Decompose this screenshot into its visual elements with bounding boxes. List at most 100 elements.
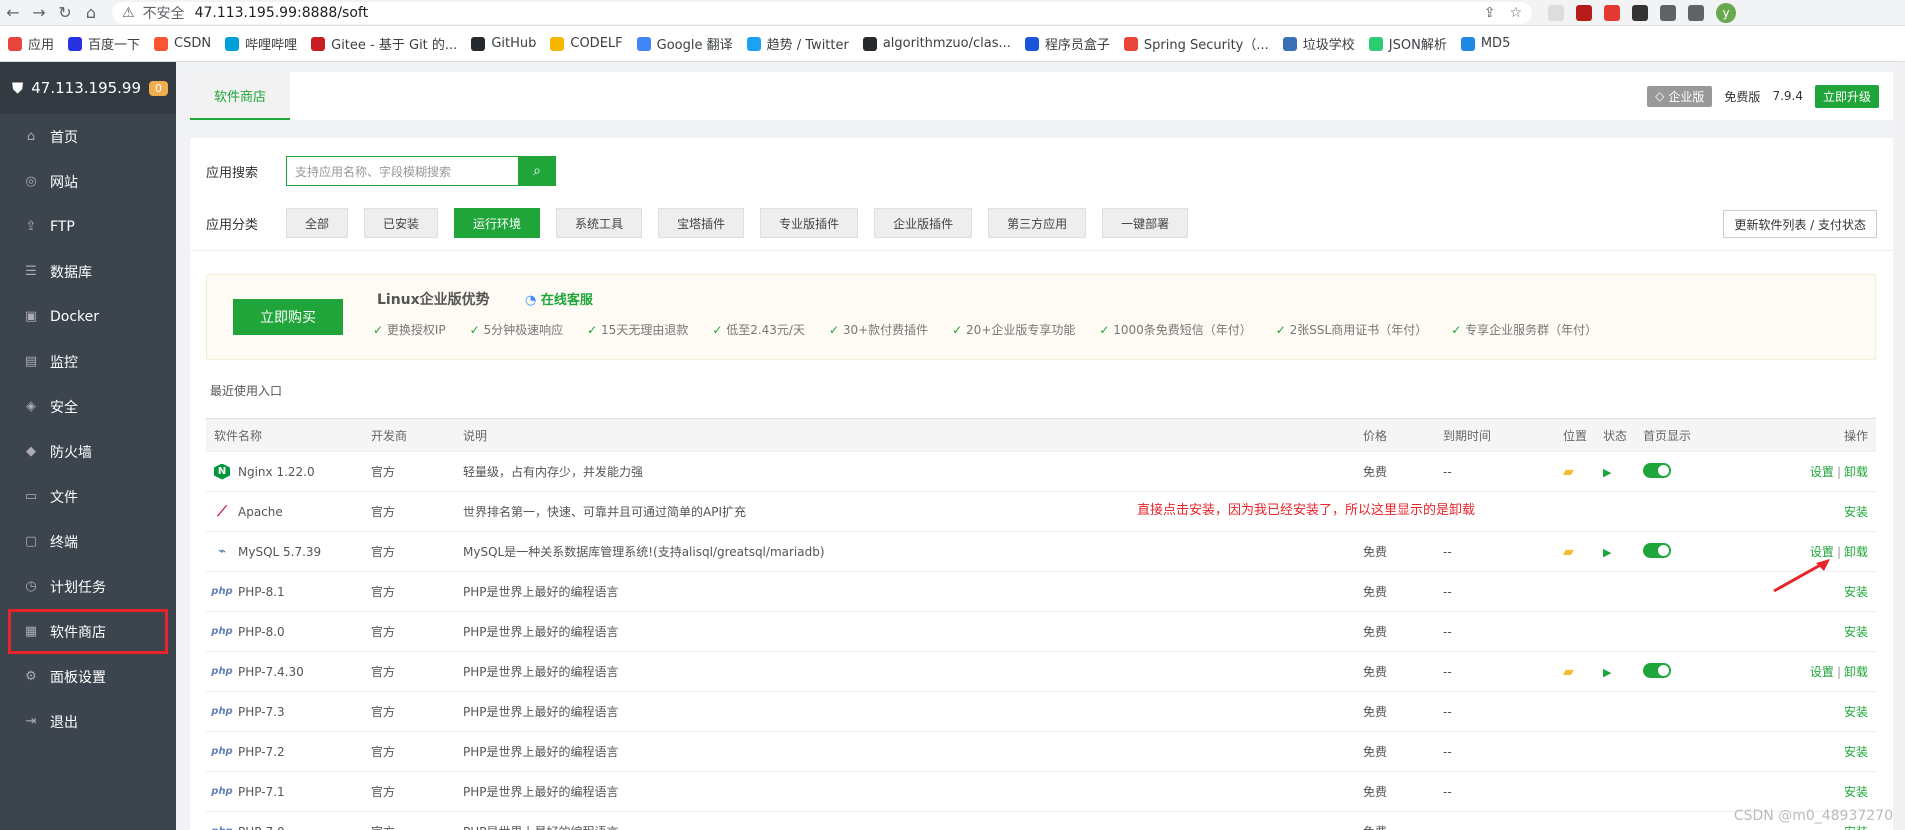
cell-desc: PHP是世界上最好的编程语言: [463, 585, 619, 599]
category-tab[interactable]: 系统工具: [556, 208, 643, 238]
bookmark-item[interactable]: 应用: [8, 34, 54, 53]
sidebar-item[interactable]: ⚙ 面板设置: [0, 654, 176, 699]
server-header: ⛊ 47.113.195.99 0: [0, 62, 176, 114]
homepage-toggle[interactable]: [1643, 462, 1671, 478]
category-tab[interactable]: 专业版插件: [760, 208, 859, 238]
sidebar-item[interactable]: ▤ 监控: [0, 339, 176, 384]
bookmark-item[interactable]: 百度一下: [68, 34, 140, 53]
extension-icon[interactable]: [1604, 4, 1620, 21]
bookmark-item[interactable]: algorithmzuo/clas...: [862, 36, 1011, 51]
sidebar-item-label: 安全: [50, 399, 78, 416]
bookmark-item[interactable]: MD5: [1460, 36, 1510, 51]
sidebar-item[interactable]: ▦ 软件商店: [8, 609, 168, 654]
bookmark-item[interactable]: GitHub: [471, 36, 536, 51]
profile-avatar[interactable]: y: [1716, 2, 1736, 23]
action-cell: 安装: [1753, 783, 1876, 800]
cell-expire: --: [1443, 664, 1452, 679]
address-bar[interactable]: ⚠ 不安全 47.113.195.99:8888/soft ⇪ ☆: [112, 1, 1532, 24]
folder-icon[interactable]: ▰: [1563, 664, 1574, 680]
upgrade-button[interactable]: 立即升级: [1814, 84, 1879, 108]
folder-icon[interactable]: ▰: [1563, 464, 1574, 480]
bookmark-item[interactable]: 程序员盒子: [1024, 34, 1110, 53]
cell-desc: PHP是世界上最好的编程语言: [463, 705, 619, 719]
install-button[interactable]: 安装: [1844, 625, 1868, 639]
bookmark-item[interactable]: 趋势 / Twitter: [746, 34, 849, 53]
reload-icon[interactable]: ↻: [52, 3, 78, 22]
search-input[interactable]: 支持应用名称、字段模糊搜索: [286, 156, 518, 186]
share-icon[interactable]: ⇪: [1484, 5, 1496, 21]
homepage-toggle[interactable]: [1643, 542, 1671, 558]
sidebar-item-label: 退出: [50, 714, 78, 731]
play-icon[interactable]: ▶: [1603, 466, 1611, 479]
bookmark-item[interactable]: Spring Security（...: [1123, 34, 1269, 53]
online-service-link[interactable]: ◔ 在线客服: [525, 289, 593, 308]
bookmark-item[interactable]: 哔哩哔哩: [225, 34, 297, 53]
folder-icon[interactable]: ▰: [1563, 544, 1574, 560]
extension-icon[interactable]: [1632, 4, 1648, 21]
home-browser-icon[interactable]: ⌂: [78, 3, 104, 22]
category-tab[interactable]: 第三方应用: [988, 208, 1087, 238]
sidebar-item[interactable]: ▢ 终端: [0, 519, 176, 564]
bookmark-item[interactable]: 垃圾学校: [1282, 34, 1355, 53]
sidebar-item[interactable]: ▭ 文件: [0, 474, 176, 519]
install-button[interactable]: 安装: [1844, 825, 1868, 830]
enterprise-badge[interactable]: ◇ 企业版: [1647, 85, 1713, 107]
puzzle-icon[interactable]: [1660, 4, 1676, 21]
sidebar-item[interactable]: ◷ 计划任务: [0, 564, 176, 609]
sidebar-item[interactable]: ▣ Docker: [0, 294, 176, 339]
extension-icon[interactable]: [1548, 4, 1564, 21]
sidebar-item-label: FTP: [50, 218, 75, 235]
category-tab[interactable]: 一键部署: [1102, 208, 1189, 238]
play-icon[interactable]: ▶: [1603, 666, 1611, 679]
sidebar-item[interactable]: ◈ 安全: [0, 384, 176, 429]
install-button[interactable]: 安装: [1844, 705, 1868, 719]
settings-button[interactable]: 设置: [1810, 465, 1834, 479]
forward-icon[interactable]: →: [26, 3, 52, 22]
cell-desc: PHP是世界上最好的编程语言: [463, 665, 619, 679]
scrollbar[interactable]: [1897, 62, 1905, 830]
sidebar-item[interactable]: ⇪ FTP: [0, 204, 176, 249]
uninstall-button[interactable]: 卸载: [1844, 545, 1868, 559]
install-button[interactable]: 安装: [1844, 745, 1868, 759]
tab-software-store[interactable]: 软件商店: [190, 72, 291, 120]
sidebar-item[interactable]: ⌂ 首页: [0, 114, 176, 159]
homepage-toggle[interactable]: [1643, 662, 1671, 678]
search-button[interactable]: ⌕: [518, 156, 556, 186]
category-tab[interactable]: 企业版插件: [874, 208, 973, 238]
settings-button[interactable]: 设置: [1810, 665, 1834, 679]
bookmark-item[interactable]: CODELF: [550, 36, 623, 51]
software-name-cell: php PHP-7.0: [206, 824, 371, 830]
bookmark-item[interactable]: CSDN: [154, 36, 211, 51]
sidebar-item[interactable]: ⇥ 退出: [0, 699, 176, 744]
install-button[interactable]: 安装: [1844, 505, 1868, 519]
notification-badge[interactable]: 0: [149, 80, 168, 96]
bookmark-item[interactable]: Gitee - 基于 Git 的...: [311, 34, 457, 53]
bookmark-item[interactable]: Google 翻译: [636, 34, 733, 53]
sidebar-item[interactable]: ◎ 网站: [0, 159, 176, 204]
category-tab[interactable]: 全部: [286, 208, 349, 238]
back-icon[interactable]: ←: [0, 3, 26, 22]
star-icon[interactable]: ☆: [1509, 5, 1522, 21]
bookmark-item[interactable]: JSON解析: [1368, 34, 1447, 53]
category-tab[interactable]: 宝塔插件: [658, 208, 745, 238]
install-button[interactable]: 安装: [1844, 585, 1868, 599]
browser-toolbar: ← → ↻ ⌂ ⚠ 不安全 47.113.195.99:8888/soft ⇪ …: [0, 0, 1905, 26]
action-cell: 安装: [1753, 703, 1876, 720]
play-icon[interactable]: ▶: [1603, 546, 1611, 559]
action-cell: 设置 | 卸载: [1753, 463, 1876, 480]
cell-dev: 官方: [371, 745, 396, 759]
category-tab[interactable]: 已安装: [364, 208, 439, 238]
category-tab[interactable]: 运行环境: [454, 208, 541, 238]
software-name: PHP-7.3: [238, 704, 285, 719]
buy-now-button[interactable]: 立即购买: [233, 299, 343, 335]
sidebar-item[interactable]: ◆ 防火墙: [0, 429, 176, 474]
sidepanel-icon[interactable]: [1688, 4, 1704, 21]
software-name-cell: php PHP-7.1: [206, 784, 371, 800]
ublock-icon[interactable]: [1576, 4, 1592, 21]
sidebar-item[interactable]: ☰ 数据库: [0, 249, 176, 294]
feature-list: 更换授权IP 5分钟极速响应 15天无理由退款 低至2.43元/天 30+款付费插件 20…: [373, 321, 1597, 338]
install-button[interactable]: 安装: [1844, 785, 1868, 799]
uninstall-button[interactable]: 卸载: [1844, 465, 1868, 479]
uninstall-button[interactable]: 卸载: [1844, 665, 1868, 679]
refresh-list-button[interactable]: 更新软件列表 / 支付状态: [1723, 210, 1877, 238]
